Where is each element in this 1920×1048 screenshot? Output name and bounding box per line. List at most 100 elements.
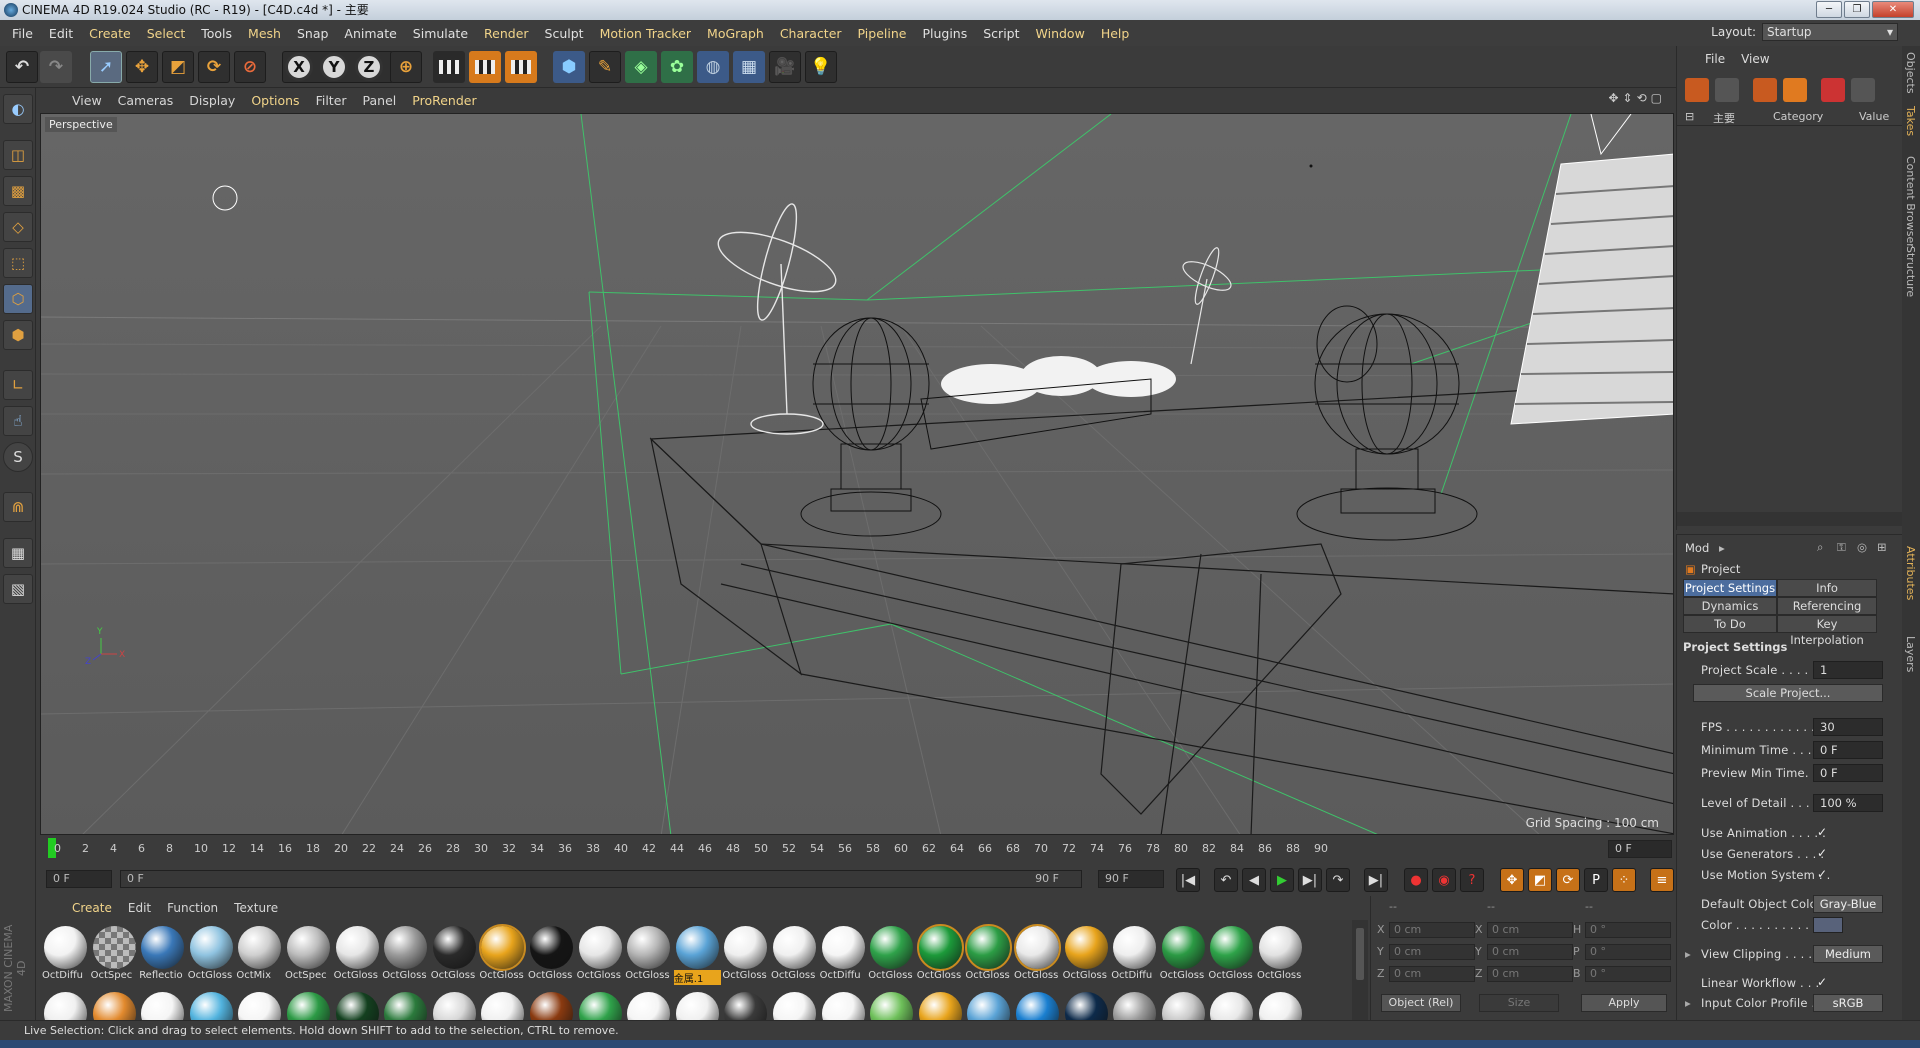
material-swatch[interactable] [1160, 990, 1207, 1020]
tab-key-interpolation[interactable]: Key Interpolation [1777, 615, 1877, 647]
material-swatch[interactable] [42, 990, 89, 1020]
coordinate-system-icon[interactable]: ⊕ [390, 51, 422, 83]
viewport-menu-filter[interactable]: Filter [308, 93, 355, 108]
tab-to-do[interactable]: To Do [1683, 615, 1777, 633]
coords-value-field[interactable]: 0 cm [1487, 944, 1573, 960]
coords-mode-dropdown[interactable]: Object (Rel) [1381, 994, 1461, 1012]
viewport-menu-view[interactable]: View [64, 93, 110, 108]
undo-icon[interactable]: ↶ [6, 51, 38, 83]
menu-pipeline[interactable]: Pipeline [850, 26, 915, 41]
material-swatch[interactable]: OctGloss [771, 924, 818, 984]
cloner-icon[interactable]: ✿ [661, 51, 693, 83]
workplane-lock-icon[interactable]: ▧ [3, 574, 33, 604]
material-swatch[interactable]: OctGloss [625, 924, 672, 984]
material-scrollbar[interactable] [1352, 920, 1368, 1020]
perspective-viewport[interactable]: Y X Z Perspective Grid Spacing : 100 cm [40, 113, 1674, 835]
play-forward-icon[interactable]: ▶ [1270, 868, 1294, 892]
autokeying-icon[interactable]: ◉ [1432, 868, 1456, 892]
pen-spline-icon[interactable]: ✎ [589, 51, 621, 83]
material-swatch[interactable]: OctGloss [577, 924, 624, 984]
next-frame-icon[interactable]: ▶| [1298, 868, 1322, 892]
coords-value-field[interactable]: 0 ° [1585, 966, 1671, 982]
viewport-menu-panel[interactable]: Panel [355, 93, 405, 108]
snap-icon[interactable]: ⋒ [3, 492, 33, 522]
subdivision-generator-icon[interactable]: ◈ [625, 51, 657, 83]
input-color-profile-dropdown[interactable]: sRGB [1813, 994, 1883, 1012]
floor-environment-icon[interactable]: ▦ [733, 51, 765, 83]
coords-value-field[interactable]: 0 cm [1389, 944, 1475, 960]
coords-value-field[interactable]: 0 cm [1487, 922, 1573, 938]
z-axis-lock-icon[interactable]: Z [355, 53, 383, 81]
model-mode-icon[interactable]: ◫ [3, 140, 33, 170]
record-pla-icon[interactable]: ⁘ [1612, 868, 1636, 892]
view-clipping-dropdown[interactable]: Medium [1813, 945, 1883, 963]
material-swatch[interactable] [188, 990, 235, 1020]
light-icon[interactable]: 💡 [805, 51, 837, 83]
preview-min-time-field[interactable]: 0 F [1813, 764, 1883, 782]
maximize-button[interactable]: ❐ [1844, 1, 1870, 18]
takes-menu-view[interactable]: View [1741, 52, 1769, 68]
material-swatch[interactable] [1257, 990, 1304, 1020]
material-swatch[interactable] [91, 990, 138, 1020]
timeline-menu-icon[interactable]: ≡ [1650, 868, 1674, 892]
material-swatch[interactable] [334, 990, 381, 1020]
use-generators-checkbox[interactable]: ✓ [1817, 846, 1831, 860]
view-clipping-expand-icon[interactable]: ▸ [1685, 947, 1691, 961]
coords-value-field[interactable]: 0 cm [1389, 922, 1475, 938]
material-swatch[interactable] [674, 990, 721, 1020]
coords-value-field[interactable]: 0 ° [1585, 944, 1671, 960]
last-tool-icon[interactable]: ⊘ [234, 51, 266, 83]
material-swatch[interactable] [771, 990, 818, 1020]
x-axis-lock-icon[interactable]: X [285, 53, 313, 81]
auto-take-icon[interactable] [1753, 78, 1777, 102]
material-menu-function[interactable]: Function [159, 901, 226, 915]
texture-mode-icon[interactable]: ▩ [3, 176, 33, 206]
take-overrides-icon[interactable] [1851, 78, 1875, 102]
material-swatch[interactable]: Reflectio [139, 924, 186, 984]
input-profile-expand-icon[interactable]: ▸ [1685, 996, 1691, 1010]
takes-scrollbar[interactable] [1677, 512, 1903, 526]
take-override-icon[interactable] [1715, 78, 1739, 102]
minimize-button[interactable]: ─ [1816, 1, 1842, 18]
material-swatch[interactable] [236, 990, 283, 1020]
side-tab-layers[interactable]: Layers [1904, 636, 1917, 672]
record-active-objects-icon[interactable]: ● [1404, 868, 1428, 892]
material-swatch[interactable]: OctSpec [285, 924, 332, 984]
menu-file[interactable]: File [4, 26, 41, 41]
material-swatch[interactable]: OctDiffu [1111, 924, 1158, 984]
live-selection-icon[interactable]: ➚ [90, 51, 122, 83]
material-swatch[interactable]: OctGloss [1014, 924, 1061, 984]
menu-script[interactable]: Script [975, 26, 1027, 41]
material-swatch[interactable] [868, 990, 915, 1020]
material-swatch[interactable]: OctGloss [528, 924, 575, 984]
workplane-mode-icon[interactable]: ◇ [3, 212, 33, 242]
take-expand-icon[interactable]: ⊟ [1685, 110, 1694, 123]
material-swatch[interactable]: OctGloss [1208, 924, 1255, 984]
material-swatch[interactable] [965, 990, 1012, 1020]
viewport-menu-cameras[interactable]: Cameras [110, 93, 182, 108]
material-swatch[interactable] [1111, 990, 1158, 1020]
material-swatch[interactable] [1063, 990, 1110, 1020]
material-swatch[interactable] [917, 990, 964, 1020]
viewport-menu-display[interactable]: Display [181, 93, 243, 108]
y-axis-lock-icon[interactable]: Y [320, 53, 348, 81]
side-tab-content-browser[interactable]: Content Browser [1904, 156, 1917, 248]
side-tab-objects[interactable]: Objects [1904, 52, 1917, 94]
coords-size-dropdown[interactable]: Size [1479, 994, 1559, 1012]
material-swatch[interactable] [577, 990, 624, 1020]
side-tab-structure[interactable]: Structure [1904, 246, 1917, 297]
attributes-mode-menu[interactable]: Mod [1685, 541, 1709, 555]
record-rotation-icon[interactable]: ⟳ [1556, 868, 1580, 892]
scale-project-button[interactable]: Scale Project... [1693, 684, 1883, 702]
current-frame-field[interactable]: 0 F [1608, 840, 1672, 858]
record-position-icon[interactable]: ✥ [1500, 868, 1524, 892]
material-swatch[interactable]: OctGloss [722, 924, 769, 984]
menu-render[interactable]: Render [476, 26, 537, 41]
material-swatch[interactable] [1208, 990, 1255, 1020]
deformer-icon[interactable]: ◍ [697, 51, 729, 83]
previous-key-icon[interactable]: ↶ [1214, 868, 1238, 892]
points-mode-icon[interactable]: ⬚ [3, 248, 33, 278]
menu-help[interactable]: Help [1093, 26, 1138, 41]
search-icon[interactable]: ⌕ [1817, 540, 1823, 555]
edges-mode-icon[interactable]: ⬡ [3, 284, 33, 314]
